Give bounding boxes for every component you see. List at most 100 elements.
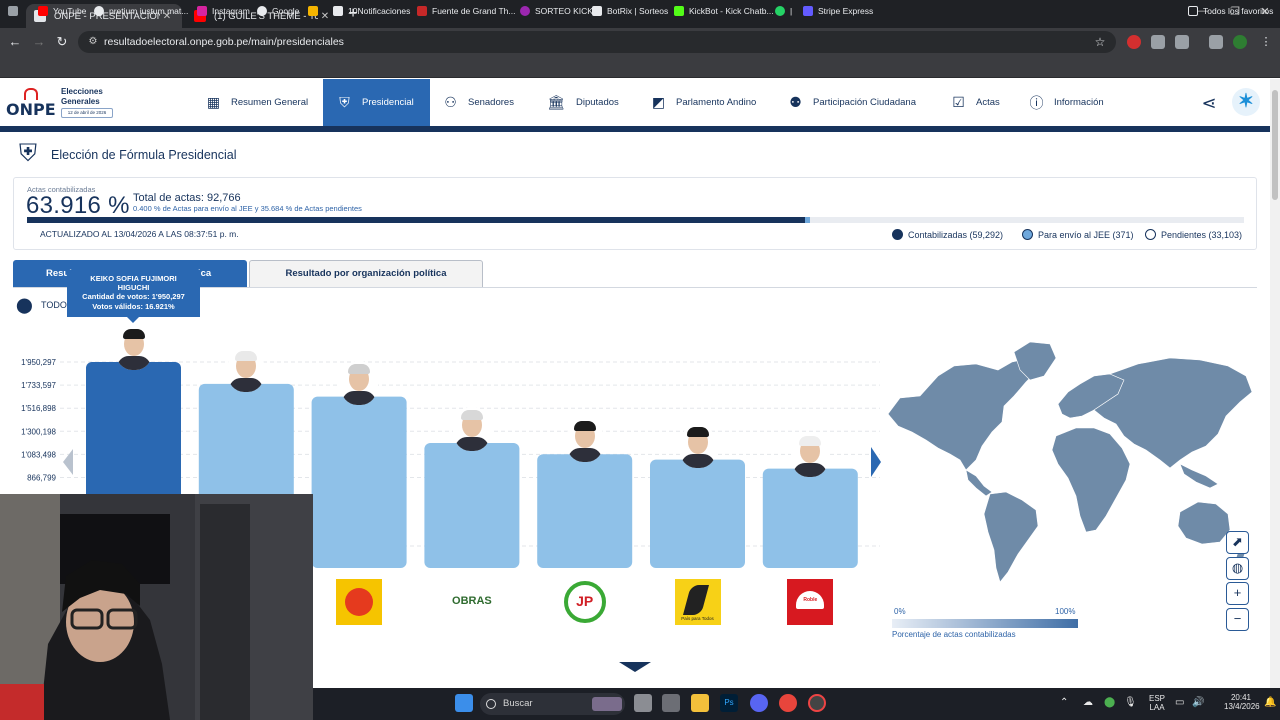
tray-chevron-icon[interactable]: ⌃ [1060, 697, 1068, 708]
profile-avatar[interactable] [1233, 35, 1247, 49]
tab-resultado-por-organizacion[interactable]: Resultado por organización política [249, 260, 483, 288]
y-tick-label: 1'083,498 [21, 450, 56, 459]
y-tick-label: 1'733,597 [21, 381, 56, 390]
nav-resumen-general[interactable]: ▦ Resumen General [196, 79, 310, 126]
nav-informacion[interactable]: ⓘ Información [1028, 79, 1118, 126]
location-filter[interactable]: TODO [41, 300, 67, 310]
australia-map [1177, 501, 1231, 545]
nav-presidencial[interactable]: ⛨ Presidencial [323, 79, 430, 126]
bookmark-whatsapp[interactable]: | [775, 4, 792, 18]
bookmark-star-icon[interactable]: ☆ [1092, 34, 1108, 50]
scroll-down-arrow-icon[interactable] [619, 662, 651, 672]
back-icon[interactable]: ← [6, 33, 24, 51]
app-icon[interactable] [808, 694, 826, 712]
candidate-photo[interactable] [114, 326, 153, 370]
app-icon[interactable] [662, 694, 680, 712]
peru-map-icon: ⬈ [1232, 534, 1243, 549]
bookmark-instagram[interactable]: Instagram [197, 4, 250, 18]
taskbar-clock[interactable]: 20:41 13/4/2026 [1224, 693, 1260, 711]
file-explorer-icon[interactable] [691, 694, 709, 712]
bookmark-10notificaciones[interactable]: 10Notificaciones [333, 4, 410, 18]
emblem-icon: ⛨ [339, 94, 350, 110]
bookmark-sorteo-kick[interactable]: SORTEO KICK [520, 4, 593, 18]
streamer-webcam-image [0, 494, 313, 720]
extension-icon[interactable] [1151, 35, 1165, 49]
extensions-puzzle-icon[interactable] [1175, 35, 1189, 49]
address-bar[interactable]: resultadoelectoral.onpe.gob.pe/main/pres… [78, 31, 1116, 53]
candidate-photo[interactable] [340, 360, 379, 405]
map-color-scale [892, 619, 1078, 628]
volume-icon[interactable]: 🔊 [1192, 697, 1204, 708]
reading-list-icon[interactable] [1209, 35, 1223, 49]
task-view-icon[interactable] [634, 694, 652, 712]
bookmark-botrix[interactable]: BotRix | Sorteos [592, 4, 668, 18]
bookmark-youtube[interactable]: YouTube [38, 4, 86, 18]
y-tick-label: 1'516,898 [21, 404, 56, 413]
extension-icon[interactable] [1127, 35, 1141, 49]
bookmarks-bar [0, 56, 1280, 78]
tray-app-icon[interactable]: ☁ [1083, 697, 1093, 708]
reload-icon[interactable]: ↻ [53, 33, 71, 51]
y-tick-label: 866,799 [27, 474, 56, 483]
candidate-bar[interactable] [762, 468, 858, 568]
candidate-photo[interactable] [227, 347, 266, 392]
world-view-button[interactable]: ◍ [1226, 557, 1249, 580]
onpe-logo[interactable]: ONPE [6, 100, 56, 119]
scrollbar-thumb[interactable] [1272, 90, 1278, 200]
candidate-photo[interactable] [678, 423, 717, 468]
nav-actas[interactable]: ☑ Actas [950, 79, 1010, 126]
world-map[interactable] [880, 336, 1258, 586]
site-info-icon[interactable]: ⚙ [86, 35, 100, 49]
all-bookmarks-folder[interactable]: Todos los favoritos [1188, 4, 1273, 18]
candidate-bar[interactable] [537, 454, 633, 568]
candidate-photo[interactable] [452, 407, 491, 452]
globe-icon: ◍ [1231, 560, 1244, 575]
obras-logo-icon: OBRAS [448, 579, 495, 625]
bookmark-pretium[interactable]: pretium iustum mat... [94, 4, 188, 18]
nav-diputados[interactable]: 🏛 Diputados [545, 79, 635, 126]
apps-grid-icon[interactable] [8, 4, 23, 18]
zoom-in-button[interactable]: + [1226, 582, 1249, 605]
bookmark-colorful[interactable] [308, 4, 323, 18]
candidate-bar[interactable] [311, 396, 407, 568]
onpe-logo-mark-icon [24, 88, 38, 100]
nav-participacion-ciudadana[interactable]: ⚉ Participación Ciudadana [787, 79, 935, 126]
bookmark-kickbot[interactable]: KickBot - Kick Chatb... [674, 4, 774, 18]
notifications-icon[interactable]: 🔔 [1264, 697, 1276, 708]
candidate-photo[interactable] [565, 418, 604, 463]
nav-parlamento-andino[interactable]: ◩ Parlamento Andino [650, 79, 770, 126]
helmet-logo-icon: Roble [787, 579, 834, 625]
total-actas: Total de actas: 92,766 [133, 192, 241, 204]
network-icon[interactable]: ▭ [1175, 697, 1184, 708]
zoom-in-icon: + [1233, 585, 1242, 600]
discord-icon[interactable] [750, 694, 768, 712]
peru-map-button[interactable]: ⬈ [1226, 531, 1249, 554]
candidate-bar[interactable] [424, 443, 520, 568]
forward-icon[interactable]: → [30, 33, 48, 51]
browser-menu-icon[interactable]: ⋮ [1259, 35, 1273, 49]
chrome-icon[interactable] [779, 694, 797, 712]
candidate-bar[interactable] [650, 459, 745, 568]
tooltip-name: KEIKO SOFIA FUJIMORI [90, 274, 177, 283]
bookmark-gta[interactable]: Fuente de Grand Th... [417, 4, 515, 18]
zoom-out-button[interactable]: − [1226, 608, 1249, 631]
share-icon[interactable]: ⋖ [1198, 92, 1220, 114]
bookmark-google[interactable]: Google [257, 4, 299, 18]
start-windows-icon[interactable] [455, 694, 473, 712]
nav-senadores[interactable]: ⚇ Senadores [442, 79, 532, 126]
scale-min-label: 0% [894, 607, 906, 616]
candidate-photo[interactable] [791, 432, 830, 477]
tray-app-icon[interactable]: ⬤ [1104, 697, 1115, 708]
legend-contabilizadas: Contabilizadas (59,292) [892, 229, 1003, 240]
chart-prev-arrow-icon[interactable] [63, 449, 73, 475]
y-tick-label: 1'300,198 [21, 427, 56, 436]
photoshop-icon[interactable]: Ps [720, 694, 738, 712]
tooltip-valid-votes: Votos válidos: 16.921% [92, 301, 175, 311]
andean-parliament-icon: ◩ [651, 94, 666, 110]
bookmark-stripe[interactable]: Stripe Express [803, 4, 873, 18]
tray-mic-icon[interactable]: 🎙 [1124, 697, 1137, 708]
info-icon: ⓘ [1029, 94, 1044, 111]
input-language[interactable]: ESP LAA [1146, 694, 1168, 712]
election-date: 12 de abril de 2026 [61, 108, 113, 118]
accessibility-icon[interactable]: ✶ [1232, 88, 1260, 116]
